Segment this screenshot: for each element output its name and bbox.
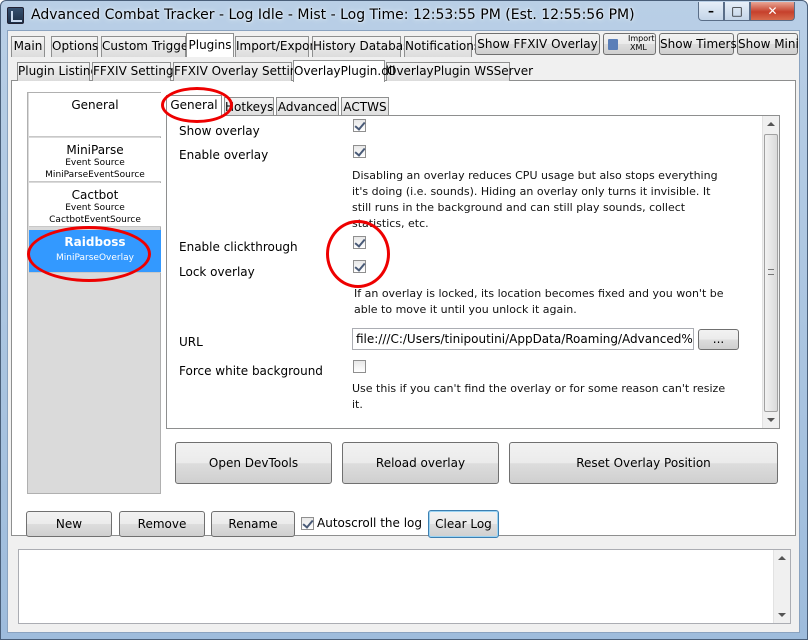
overlay-list: General MiniParse Event Source MiniParse… [27,92,161,494]
reset-overlay-position-button[interactable]: Reset Overlay Position [509,442,778,484]
overlay-name: General [71,98,119,112]
browse-label: ... [712,332,725,346]
show-mini-button[interactable]: Show Mini [737,33,799,55]
tab-ffxiv-settings[interactable]: FFXIV Settings [92,62,180,81]
tab-actws[interactable]: ACTWS [341,97,389,117]
show-overlay-label: Show overlay [179,124,260,138]
tab-advanced[interactable]: Advanced [276,97,339,117]
autoscroll-checkbox[interactable] [301,517,314,530]
maximize-button[interactable]: □ [724,2,750,21]
close-icon: ✕ [767,4,778,18]
scroll-down-icon[interactable] [767,418,775,422]
enable-overlay-label: Enable overlay [179,148,269,162]
scroll-up-icon[interactable] [767,122,775,126]
open-devtools-button[interactable]: Open DevTools [175,442,332,484]
overlay-item-miniparse[interactable]: MiniParse Event Source MiniParseEventSou… [29,138,161,182]
lock-overlay-label: Lock overlay [179,265,255,279]
show-overlay-button[interactable]: Show FFXIV Overlay [475,33,600,55]
tab-overlayplugin-wsserver[interactable]: OverlayPlugin WSServer [386,62,533,81]
import-label: Import [628,34,655,43]
new-button[interactable]: New [26,511,112,537]
overlay-name: Cactbot [71,188,119,202]
rename-button[interactable]: Rename [211,511,295,537]
tab-custom-triggers[interactable]: Custom Triggers [101,36,199,57]
log-scrollbar[interactable] [773,550,790,623]
overlay-item-general[interactable]: General [29,93,161,137]
reload-overlay-label: Reload overlay [375,456,466,470]
enable-clickthrough-checkbox[interactable] [353,236,366,249]
scroll-down-icon[interactable] [778,613,786,617]
lock-overlay-description: If an overlay is locked, its location be… [354,287,724,316]
import-icon [608,39,618,50]
enable-overlay-checkbox[interactable] [353,145,366,158]
show-timers-button[interactable]: Show Timers [659,33,737,55]
tab-import-export[interactable]: Import/Export [235,36,319,57]
show-mini-label: Show Mini [738,37,799,51]
overlay-source-label: Event Source [65,203,125,213]
reset-overlay-position-label: Reset Overlay Position [576,456,711,470]
lock-overlay-checkbox[interactable] [353,260,366,273]
force-white-checkbox[interactable] [353,360,366,373]
tab-overlayplugin-dll[interactable]: OverlayPlugin.dll [293,60,395,82]
overlay-source: MiniParseOverlay [56,253,134,263]
tab-main[interactable]: Main [11,36,45,57]
scroll-thumb[interactable] [764,134,778,412]
xml-label: XML [630,43,647,52]
grip-icon [768,269,774,275]
overlay-name: Raidboss [64,235,126,249]
show-timers-label: Show Timers [660,37,737,51]
reload-overlay-button[interactable]: Reload overlay [342,442,499,484]
show-overlay-label: Show FFXIV Overlay [477,37,598,51]
overlay-item-cactbot[interactable]: Cactbot Event Source CactbotEventSource [29,183,161,227]
autoscroll-label: Autoscroll the log [317,516,423,530]
window-title: Advanced Combat Tracker - Log Idle - Mis… [31,7,635,23]
tab-plugins[interactable]: Plugins [186,33,234,57]
maximize-icon: □ [731,4,743,18]
remove-button[interactable]: Remove [119,511,205,537]
settings-scrollbar[interactable] [762,116,779,428]
tab-plugin-listing[interactable]: Plugin Listing [17,62,98,81]
scroll-up-icon[interactable] [778,556,786,560]
tab-ffxiv-overlay-settings[interactable]: FFXIV Overlay Settings [173,62,311,81]
clear-log-label: Clear Log [435,517,492,531]
tab-hotkeys[interactable]: Hotkeys [224,97,274,117]
overlay-name: MiniParse [66,143,124,157]
overlay-item-raidboss[interactable]: Raidboss MiniParseOverlay [29,230,161,273]
tab-notifications[interactable]: Notifications [404,36,480,57]
import-xml-button[interactable]: Import XML [603,33,656,55]
browse-button[interactable]: ... [698,329,739,350]
force-white-description: Use this if you can't find the overlay o… [352,382,726,411]
overlay-source: MiniParseEventSource [45,170,145,180]
url-input[interactable]: file:///C:/Users/tinipoutini/AppData/Roa… [352,328,694,350]
log-textbox[interactable] [18,549,791,624]
url-label: URL [179,335,203,349]
new-label: New [55,517,83,531]
show-overlay-checkbox[interactable] [353,119,366,132]
tab-options[interactable]: Options [51,36,98,57]
minimize-icon: – [708,4,714,18]
enable-overlay-description: Disabling an overlay reduces CPU usage b… [352,169,718,230]
enable-clickthrough-label: Enable clickthrough [179,240,298,254]
open-devtools-label: Open DevTools [208,456,299,470]
title-bar[interactable]: Advanced Combat Tracker - Log Idle - Mis… [1,1,807,31]
app-icon [7,7,24,24]
minimize-button[interactable]: – [698,2,724,21]
tab-general[interactable]: General [166,95,222,117]
remove-label: Remove [137,517,187,531]
rename-label: Rename [228,517,278,531]
close-button[interactable]: ✕ [750,2,795,21]
overlay-source: CactbotEventSource [49,215,141,225]
force-white-label: Force white background [179,364,323,378]
overlay-source-label: Event Source [65,158,125,168]
tab-history-database[interactable]: History Database [312,36,417,57]
clear-log-button[interactable]: Clear Log [428,510,499,538]
